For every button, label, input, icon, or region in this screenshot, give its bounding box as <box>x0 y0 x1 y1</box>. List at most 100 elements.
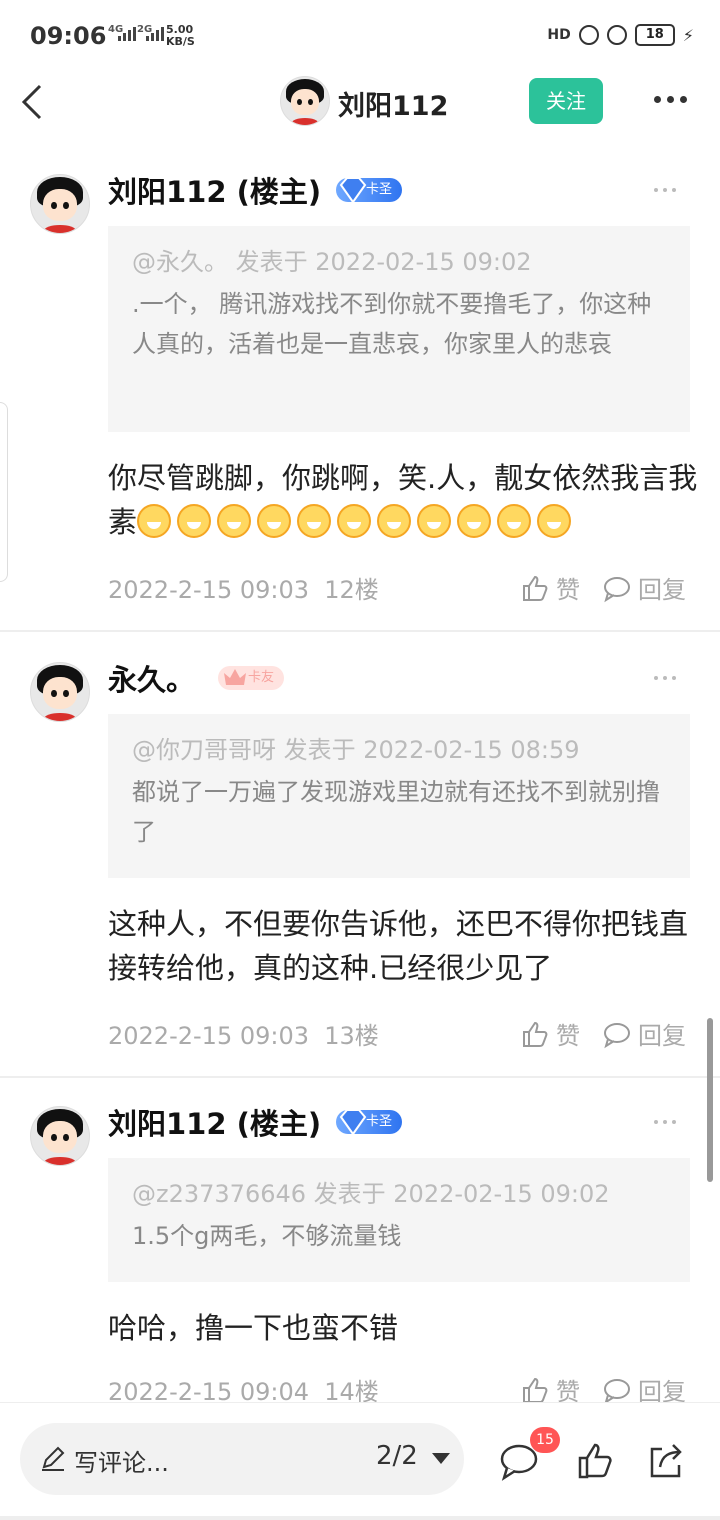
side-drawer-handle[interactable] <box>0 402 8 582</box>
badge-label: 卡圣 <box>366 182 393 197</box>
comment-icon <box>604 1022 630 1048</box>
crown-icon <box>224 669 246 685</box>
quote-meta: @z237376646 发表于 2022-02-15 09:02 <box>132 1180 610 1208</box>
post-divider <box>0 630 720 632</box>
level-badge: 卡圣 <box>336 1109 403 1136</box>
quote-text: .一个， 腾讯游戏找不到你就不要撸毛了，你这种人真的，活着也是一直悲哀，你家里人… <box>132 290 652 358</box>
post-author[interactable]: 永久。 <box>108 662 195 698</box>
dog-emoji-icon <box>257 504 292 538</box>
more-options-icon[interactable] <box>654 96 687 103</box>
speed-unit: KB/S <box>166 35 195 48</box>
level-badge: 卡圣 <box>336 177 403 204</box>
quote-text: 1.5个g两毛，不够流量钱 <box>132 1222 402 1250</box>
avatar <box>30 662 90 722</box>
diamond-icon <box>339 177 367 204</box>
status-time: 09:06 <box>30 22 107 50</box>
thumbs-up-icon <box>523 1021 548 1047</box>
post-content: 哈哈，撸一下也蛮不错 <box>108 1311 399 1345</box>
post-more-icon[interactable] <box>654 1120 676 1124</box>
thumbs-up-icon <box>523 1377 548 1403</box>
post-more-icon[interactable] <box>654 676 676 680</box>
post-content: 这种人，不但要你告诉他，还巴不得你把钱直接转给他，真的这种.已经很少见了 <box>108 907 689 985</box>
post-meta: 2022-2-15 09:03 12楼 <box>108 570 379 605</box>
quote-meta: @你刀哥哥呀 发表于 2022-02-15 08:59 <box>132 736 580 764</box>
thumbs-up-icon <box>523 575 548 601</box>
comment-count-badge: 15 <box>530 1427 560 1453</box>
reply-button[interactable]: 回复 <box>602 570 686 605</box>
avatar <box>30 174 90 234</box>
dog-emoji-icon <box>537 504 572 538</box>
pen-icon <box>42 1446 65 1471</box>
quoted-reply[interactable]: @z237376646 发表于 2022-02-15 09:02 1.5个g两毛… <box>108 1158 690 1282</box>
lock-rotation-icon <box>578 25 599 45</box>
dog-emoji-icon <box>417 504 452 538</box>
badge-label: 卡友 <box>248 670 275 685</box>
quoted-reply[interactable]: @你刀哥哥呀 发表于 2022-02-15 08:59 都说了一万遍了发现游戏里… <box>108 714 690 878</box>
quote-meta: @永久。 发表于 2022-02-15 09:02 <box>132 248 532 276</box>
comment-icon <box>604 1378 630 1404</box>
share-icon[interactable] <box>646 1441 686 1481</box>
alarm-icon <box>606 25 627 45</box>
level-badge: 卡友 <box>218 666 285 690</box>
comment-placeholder: 写评论... <box>74 1449 169 1477</box>
post-more-icon[interactable] <box>654 188 676 192</box>
comment-icon <box>604 576 630 602</box>
reply-label: 回复 <box>638 1022 686 1050</box>
post-date: 2022-2-15 09:03 <box>108 576 309 604</box>
like-label: 赞 <box>556 1022 580 1050</box>
dog-emoji-icon <box>457 504 492 538</box>
badge-label: 卡圣 <box>366 1114 393 1129</box>
signal-icon <box>118 27 136 41</box>
follow-button[interactable]: 关注 <box>529 78 603 124</box>
thumbs-up-icon[interactable] <box>576 1441 616 1481</box>
post-footer: 2022-2-15 09:03 12楼 赞 回复 <box>108 570 690 606</box>
comment-input[interactable]: 写评论... 2/2 <box>20 1423 464 1495</box>
post-content: 你尽管跳脚，你跳啊，笑.人，靓女依然我言我素 <box>108 456 698 544</box>
signal-icon-2 <box>146 27 164 41</box>
header-avatar[interactable] <box>280 76 330 126</box>
post-author[interactable]: 刘阳112 (楼主) <box>108 1106 321 1142</box>
charging-icon: ⚡ <box>682 25 694 45</box>
page-indicator[interactable]: 2/2 <box>376 1441 418 1471</box>
like-label: 赞 <box>556 576 580 604</box>
post-author[interactable]: 刘阳112 (楼主) <box>108 174 321 210</box>
dog-emoji-icon <box>137 504 172 538</box>
status-bar: 09:06 4G 2G 5.00 KB/S HD 18 ⚡ <box>0 0 720 72</box>
hd-icon: HD <box>547 27 571 43</box>
post-floor: 13楼 <box>324 1022 379 1050</box>
chevron-down-icon[interactable] <box>432 1453 450 1464</box>
top-nav-bar: 刘阳112 关注 <box>0 72 720 134</box>
post-avatar[interactable] <box>30 174 90 234</box>
post-date: 2022-2-15 09:03 <box>108 1022 309 1050</box>
header-username[interactable]: 刘阳112 <box>338 84 448 123</box>
scrollbar[interactable] <box>707 1018 713 1182</box>
dog-emoji-icon <box>177 504 212 538</box>
dog-emoji-icon <box>497 504 532 538</box>
emoji-row <box>137 504 577 539</box>
post-avatar[interactable] <box>30 1106 90 1166</box>
avatar <box>30 1106 90 1166</box>
post-floor: 12楼 <box>324 576 379 604</box>
dog-emoji-icon <box>217 504 252 538</box>
post-divider <box>0 1076 720 1078</box>
avatar <box>280 76 330 126</box>
bottom-action-bar: 写评论... 2/2 15 <box>0 1402 720 1520</box>
quoted-reply[interactable]: @永久。 发表于 2022-02-15 09:02 .一个， 腾讯游戏找不到你就… <box>108 226 690 432</box>
diamond-icon <box>339 1109 367 1136</box>
post-meta: 2022-2-15 09:03 13楼 <box>108 1016 379 1051</box>
reply-button[interactable]: 回复 <box>602 1016 686 1051</box>
like-button[interactable]: 赞 <box>520 570 580 605</box>
dog-emoji-icon <box>337 504 372 538</box>
post-footer: 2022-2-15 09:03 13楼 赞 回复 <box>108 1016 690 1052</box>
back-arrow-icon[interactable] <box>20 82 50 122</box>
post-avatar[interactable] <box>30 662 90 722</box>
dog-emoji-icon <box>377 504 412 538</box>
reply-label: 回复 <box>638 576 686 604</box>
like-button[interactable]: 赞 <box>520 1016 580 1051</box>
dog-emoji-icon <box>297 504 332 538</box>
battery-icon: 18 <box>634 24 675 46</box>
network-speed: 5.00 KB/S <box>166 24 195 48</box>
gesture-bar <box>0 1516 720 1520</box>
status-icons: HD 18 ⚡ <box>547 24 694 46</box>
quote-text: 都说了一万遍了发现游戏里边就有还找不到就别撸了 <box>132 778 660 846</box>
